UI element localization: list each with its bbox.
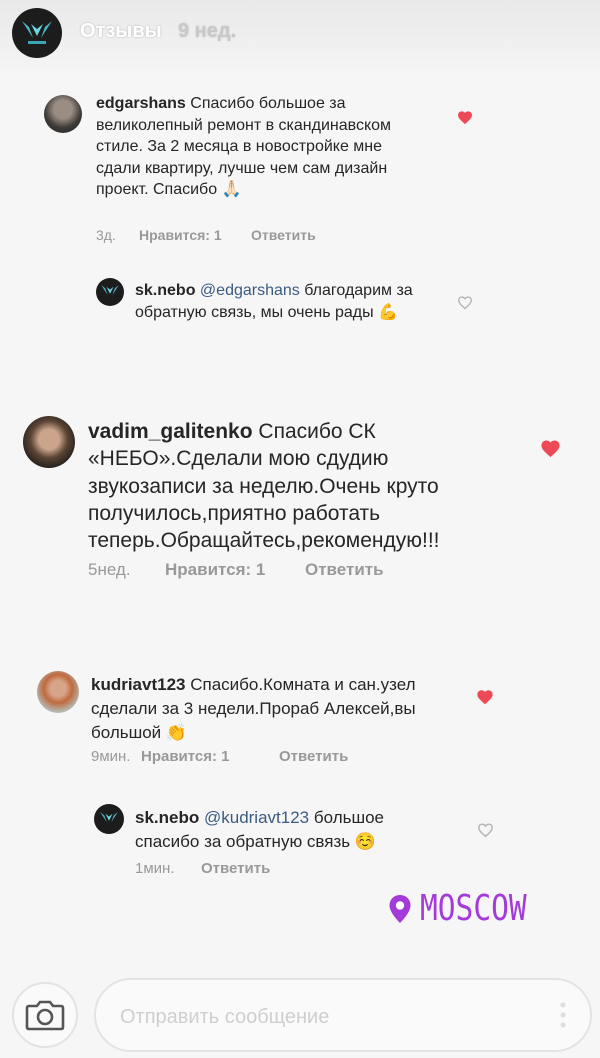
comment-username[interactable]: vadim_galitenko [88, 420, 253, 443]
highlight-title: Отзывы [80, 20, 162, 42]
reply-button[interactable]: Ответить [305, 560, 384, 580]
comment-text: vadim_galitenko Спасибо СК «НЕБО».Сделал… [88, 418, 488, 554]
reply-button[interactable]: Ответить [279, 748, 348, 765]
message-placeholder: Отправить сообщение [120, 1006, 330, 1028]
brand-logo-icon [101, 284, 119, 295]
location-label: MOSCOW [420, 888, 527, 929]
camera-button[interactable] [12, 982, 78, 1048]
comment-text: kudriavt123 Спасибо.Комната и сан.узел с… [91, 673, 436, 744]
comment-time: 1мин. [135, 860, 175, 877]
comment-time: 3д. [96, 227, 116, 243]
brand-logo-icon [100, 811, 118, 822]
avatar[interactable] [37, 671, 79, 713]
more-options-icon[interactable] [560, 1002, 566, 1028]
brand-logo-icon [22, 21, 52, 44]
avatar[interactable] [96, 278, 124, 306]
story-time: 9 нед. [178, 20, 237, 42]
comment-meta: 1мин. Ответить [135, 860, 270, 877]
comment-meta: 9мин. Нравится: 1 Ответить [91, 748, 348, 765]
reply-button[interactable]: Ответить [201, 860, 270, 877]
heart-outline-icon[interactable] [457, 295, 473, 310]
mention-link[interactable]: @kudriavt123 [204, 808, 309, 827]
comment-text: sk.nebo @edgarshans благодарим за обратн… [135, 280, 435, 323]
comment-meta: 3д. Нравится: 1 Ответить [96, 227, 316, 243]
location-pin-icon [389, 894, 411, 923]
heart-filled-icon[interactable] [476, 689, 494, 705]
avatar[interactable] [94, 804, 124, 834]
heart-filled-icon[interactable] [457, 110, 473, 125]
message-input[interactable]: Отправить сообщение [94, 978, 592, 1052]
camera-icon [25, 1000, 65, 1031]
reply-button[interactable]: Ответить [251, 227, 316, 243]
location-sticker[interactable]: MOSCOW [388, 888, 550, 929]
heart-filled-icon[interactable] [540, 439, 561, 458]
comment-likes[interactable]: Нравится: 1 [141, 748, 279, 765]
highlight-avatar[interactable] [12, 8, 62, 58]
comment-username[interactable]: kudriavt123 [91, 675, 186, 694]
comment-text: sk.nebo @kudriavt123 большое спасибо за … [135, 806, 435, 854]
story-header: Отзывы 9 нед. [0, 0, 600, 70]
comment-time: 5нед. [88, 560, 131, 579]
comment-likes[interactable]: Нравится: 1 [165, 560, 305, 580]
comment-likes[interactable]: Нравится: 1 [139, 227, 251, 243]
avatar[interactable] [23, 416, 75, 468]
comment-meta: 5нед. Нравится: 1 Ответить [88, 560, 384, 580]
comment-username[interactable]: sk.nebo [135, 282, 195, 299]
comment-text: edgarshans Спасибо большое за великолепн… [96, 93, 426, 201]
comment-username[interactable]: edgarshans [96, 95, 186, 112]
comment-time: 9мин. [91, 748, 131, 765]
heart-outline-icon[interactable] [477, 822, 494, 838]
mention-link[interactable]: @edgarshans [200, 282, 300, 299]
comment-username[interactable]: sk.nebo [135, 808, 199, 827]
avatar[interactable] [44, 95, 82, 133]
